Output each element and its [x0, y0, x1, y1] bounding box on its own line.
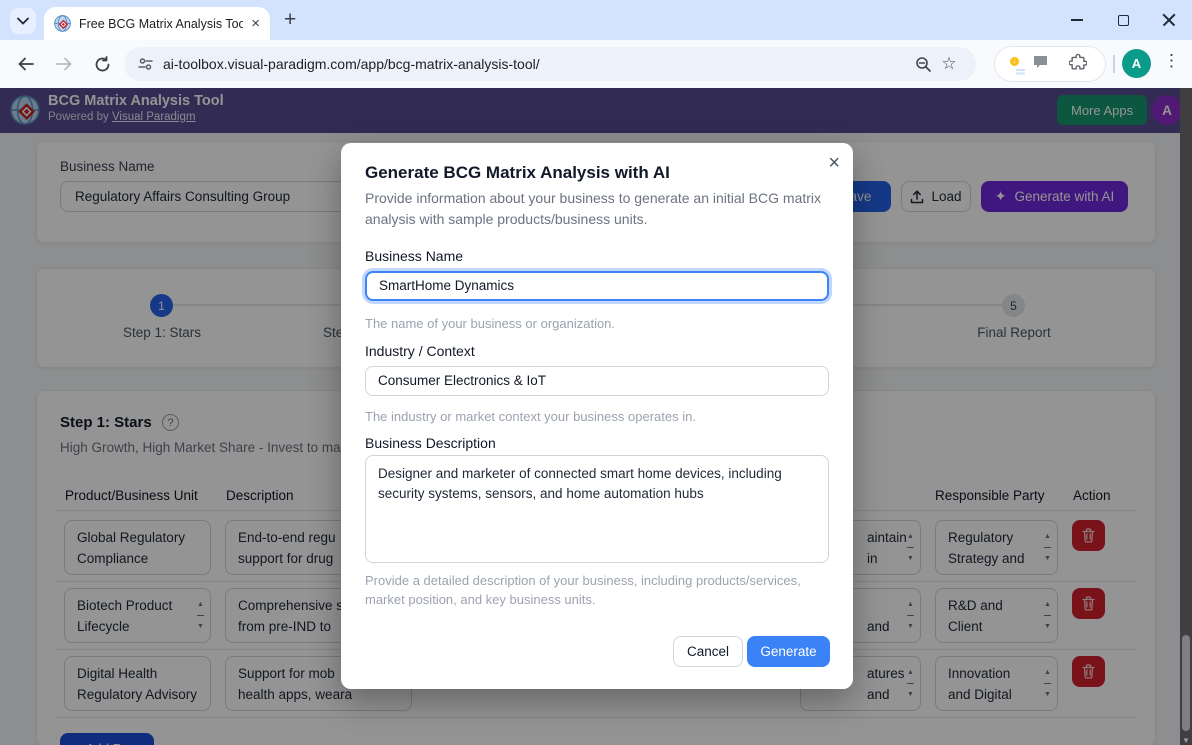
puzzle-icon — [1069, 53, 1087, 71]
chevron-down-icon — [17, 17, 29, 25]
toolbar-divider — [1113, 55, 1115, 73]
modal-business-name-helper: The name of your business or organizatio… — [365, 314, 829, 333]
window-close-button[interactable] — [1146, 0, 1192, 40]
modal-business-name-input[interactable]: SmartHome Dynamics — [365, 271, 829, 301]
scrollbar-thumb[interactable] — [1182, 635, 1190, 731]
modal-description-helper: Provide a detailed description of your b… — [365, 571, 829, 609]
browser-titlebar: Free BCG Matrix Analysis Tool | × + — [0, 0, 1192, 40]
extensions-button[interactable] — [1069, 53, 1087, 76]
chat-icon — [1032, 54, 1049, 70]
modal-industry-label: Industry / Context — [365, 343, 475, 359]
back-arrow-icon — [17, 56, 35, 72]
cancel-button[interactable]: Cancel — [673, 636, 743, 667]
browser-tab[interactable]: Free BCG Matrix Analysis Tool | × — [44, 7, 270, 40]
modal-description: Provide information about your business … — [365, 188, 823, 230]
visual-paradigm-favicon — [54, 15, 71, 32]
site-settings-icon — [138, 57, 153, 71]
url-text[interactable]: ai-toolbox.visual-paradigm.com/app/bcg-m… — [163, 56, 910, 72]
maximize-icon — [1118, 15, 1129, 26]
forward-arrow-icon — [55, 56, 73, 72]
close-icon — [1162, 13, 1176, 27]
tab-close-icon[interactable]: × — [251, 16, 260, 31]
modal-business-name-label: Business Name — [365, 248, 463, 264]
window-maximize-button[interactable] — [1100, 0, 1146, 40]
generate-button[interactable]: Generate — [747, 636, 830, 667]
modal-description-label: Business Description — [365, 435, 496, 451]
zoom-out-icon — [915, 56, 932, 73]
reload-icon — [94, 56, 111, 73]
new-tab-button[interactable]: + — [284, 8, 296, 32]
chat-extension-button[interactable] — [1032, 54, 1049, 75]
modal-industry-input[interactable]: Consumer Electronics & IoT — [365, 366, 829, 396]
extensions-pill: ↓ — [994, 46, 1106, 82]
back-button[interactable] — [14, 52, 38, 76]
modal-industry-helper: The industry or market context your busi… — [365, 407, 829, 426]
page-scrollbar[interactable]: ▼ — [1180, 88, 1192, 745]
browser-profile-avatar[interactable]: A — [1122, 49, 1151, 78]
forward-button[interactable] — [52, 52, 76, 76]
offline-badge-icon: ↓ — [1009, 56, 1020, 67]
generate-ai-modal: Generate BCG Matrix Analysis with AI × P… — [341, 143, 853, 689]
reload-button[interactable] — [90, 52, 114, 76]
bookmark-star-button[interactable]: ☆ — [936, 51, 962, 77]
zoom-out-button[interactable] — [910, 51, 936, 77]
minimize-icon — [1071, 19, 1083, 21]
tab-search-button[interactable] — [10, 8, 36, 34]
tab-title: Free BCG Matrix Analysis Tool | — [79, 17, 243, 31]
scroll-down-icon[interactable]: ▼ — [1182, 736, 1190, 745]
modal-title: Generate BCG Matrix Analysis with AI — [365, 163, 670, 183]
modal-close-button[interactable]: × — [828, 152, 840, 175]
modal-description-textarea[interactable]: Designer and marketer of connected smart… — [365, 455, 829, 563]
screen: Free BCG Matrix Analysis Tool | × + ai-t… — [0, 0, 1192, 745]
browser-menu-button[interactable]: ⋮ — [1163, 51, 1180, 71]
url-bar[interactable]: ai-toolbox.visual-paradigm.com/app/bcg-m… — [124, 47, 976, 81]
window-minimize-button[interactable] — [1054, 0, 1100, 40]
star-icon: ☆ — [941, 54, 956, 74]
